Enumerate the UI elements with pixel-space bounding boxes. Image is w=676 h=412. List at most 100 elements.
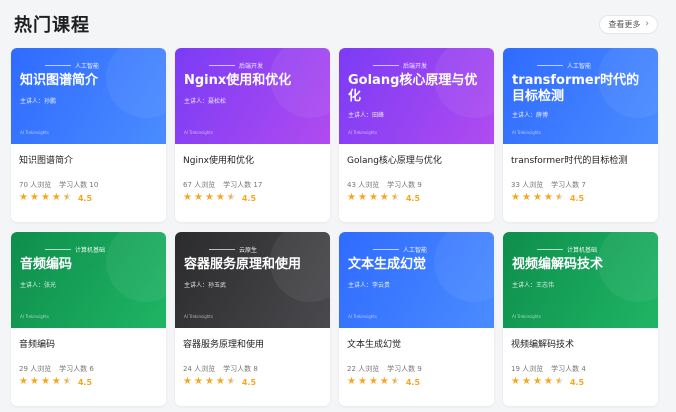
course-banner[interactable]: 后端开发 Golang核心原理与优化 主讲人：田峰 AI Trekinsight… [339, 48, 494, 144]
view-count: 43 人浏览 [347, 181, 380, 189]
half-star-icon: ★ [226, 192, 236, 203]
course-banner[interactable]: 后端开发 Nginx使用和优化 主讲人：聂松松 AI Trekinsights [175, 48, 330, 144]
course-card[interactable]: 云原生 容器服务原理和使用 主讲人：孙玉武 AI Trekinsights 容器… [175, 232, 330, 406]
see-more-label: 查看更多 [608, 19, 641, 29]
banner-title: transformer时代的目标检测 [512, 73, 640, 104]
course-card[interactable]: 后端开发 Golang核心原理与优化 主讲人：田峰 AI Trekinsight… [339, 48, 494, 222]
rating-score: 4.5 [241, 377, 257, 387]
category-label: 后端开发 [239, 63, 264, 70]
brand-watermark: AI Trekinsights [184, 130, 213, 135]
half-star-icon: ★ [390, 376, 400, 387]
course-card[interactable]: 后端开发 Nginx使用和优化 主讲人：聂松松 AI Trekinsights … [175, 48, 330, 222]
brand-watermark: AI Trekinsights [20, 130, 49, 135]
star-icon: ★ [379, 192, 389, 203]
brand-watermark: AI Trekinsights [20, 314, 49, 319]
course-title[interactable]: 视频编解码技术 [511, 337, 650, 359]
course-category: 云原生 [209, 245, 257, 254]
category-line [373, 65, 399, 66]
course-card[interactable]: 人工智能 文本生成幻觉 主讲人：李云贵 AI Trekinsights 文本生成… [339, 232, 494, 406]
course-banner[interactable]: 人工智能 知识图谱简介 主讲人：孙鹏 AI Trekinsights [11, 48, 166, 144]
course-stats: 24 人浏览 学习人数 8 [183, 364, 322, 374]
course-rating: ★ ★ ★ ★ ★ 4.5 [511, 193, 650, 203]
star-icon: ★ [347, 192, 356, 203]
category-label: 计算机基础 [75, 247, 106, 254]
course-card[interactable]: 人工智能 transformer时代的目标检测 主讲人：薛博 AI Trekin… [503, 48, 658, 222]
course-banner[interactable]: 计算机基础 视频编解码技术 主讲人：王志伟 AI Trekinsights [503, 232, 658, 328]
course-title[interactable]: 文本生成幻觉 [347, 337, 486, 359]
rating-score: 4.5 [569, 377, 585, 387]
course-info: 知识图谱简介 70 人浏览 学习人数 10 ★ ★ ★ ★ ★ 4.5 [11, 144, 166, 203]
course-stats: 43 人浏览 学习人数 9 [347, 180, 486, 190]
half-star-icon: ★ [226, 376, 236, 387]
star-icon: ★ [204, 376, 214, 387]
banner-title: Golang核心原理与优化 [348, 73, 478, 104]
course-banner[interactable]: 计算机基础 音频编码 主讲人：张光 AI Trekinsights [11, 232, 166, 328]
star-icon: ★ [193, 192, 203, 203]
view-count: 19 人浏览 [511, 365, 544, 373]
star-icon: ★ [347, 376, 356, 387]
star-icon: ★ [368, 192, 378, 203]
category-label: 人工智能 [75, 63, 100, 70]
star-icon: ★ [532, 192, 542, 203]
half-star-icon: ★ [62, 192, 72, 203]
course-info: 文本生成幻觉 22 人浏览 学习人数 9 ★ ★ ★ ★ ★ 4.5 [339, 328, 494, 387]
star-icon: ★ [51, 192, 61, 203]
category-line [45, 249, 71, 250]
course-title[interactable]: transformer时代的目标检测 [511, 153, 650, 175]
course-title[interactable]: Nginx使用和优化 [183, 153, 322, 175]
star-icon: ★ [543, 376, 553, 387]
course-banner[interactable]: 人工智能 文本生成幻觉 主讲人：李云贵 AI Trekinsights [339, 232, 494, 328]
view-count: 67 人浏览 [183, 181, 216, 189]
star-icon: ★ [204, 192, 214, 203]
course-rating: ★ ★ ★ ★ ★ 4.5 [347, 193, 486, 203]
category-line [373, 249, 399, 250]
category-line [45, 65, 71, 66]
course-banner[interactable]: 云原生 容器服务原理和使用 主讲人：孙玉武 AI Trekinsights [175, 232, 330, 328]
star-icon: ★ [521, 192, 531, 203]
star-icon: ★ [183, 192, 192, 203]
see-more-button[interactable]: 查看更多 › [599, 14, 658, 34]
lecturer-label: 主讲人：孙玉武 [184, 282, 227, 289]
banner-title: 容器服务原理和使用 [184, 257, 302, 272]
brand-watermark: AI Trekinsights [512, 130, 541, 135]
course-card[interactable]: 人工智能 知识图谱简介 主讲人：孙鹏 AI Trekinsights 知识图谱简… [11, 48, 166, 222]
star-icon: ★ [51, 376, 61, 387]
star-icon: ★ [183, 376, 192, 387]
star-icon: ★ [19, 192, 28, 203]
star-icon: ★ [19, 376, 28, 387]
course-title[interactable]: Golang核心原理与优化 [347, 153, 486, 175]
banner-title: 视频编解码技术 [512, 257, 604, 272]
course-banner[interactable]: 人工智能 transformer时代的目标检测 主讲人：薛博 AI Trekin… [503, 48, 658, 144]
star-icon: ★ [29, 192, 39, 203]
course-rating: ★ ★ ★ ★ ★ 4.5 [511, 377, 650, 387]
category-label: 人工智能 [567, 63, 592, 70]
chevron-right-icon: › [645, 19, 649, 29]
category-line [209, 249, 235, 250]
course-card[interactable]: 计算机基础 视频编解码技术 主讲人：王志伟 AI Trekinsights 视频… [503, 232, 658, 406]
star-icon: ★ [215, 376, 225, 387]
learner-count: 学习人数 7 [551, 181, 586, 189]
star-icon: ★ [40, 376, 50, 387]
rating-score: 4.5 [405, 193, 421, 203]
star-icon: ★ [379, 376, 389, 387]
course-title[interactable]: 容器服务原理和使用 [183, 337, 322, 359]
course-title[interactable]: 音频编码 [19, 337, 158, 359]
rating-score: 4.5 [405, 377, 421, 387]
learner-count: 学习人数 9 [387, 181, 422, 189]
brand-watermark: AI Trekinsights [348, 130, 377, 135]
star-icon: ★ [532, 376, 542, 387]
course-card[interactable]: 计算机基础 音频编码 主讲人：张光 AI Trekinsights 音频编码 2… [11, 232, 166, 406]
course-category: 人工智能 [45, 61, 99, 70]
lecturer-label: 主讲人：薛博 [512, 112, 549, 119]
section-header: 热门课程 查看更多 › [14, 10, 658, 38]
course-rating: ★ ★ ★ ★ ★ 4.5 [19, 377, 158, 387]
rating-score: 4.5 [77, 377, 93, 387]
course-stats: 22 人浏览 学习人数 9 [347, 364, 486, 374]
course-stats: 67 人浏览 学习人数 17 [183, 180, 322, 190]
brand-watermark: AI Trekinsights [512, 314, 541, 319]
course-title[interactable]: 知识图谱简介 [19, 153, 158, 175]
brand-watermark: AI Trekinsights [184, 314, 213, 319]
learner-count: 学习人数 17 [223, 181, 263, 189]
course-info: Golang核心原理与优化 43 人浏览 学习人数 9 ★ ★ ★ ★ ★ 4.… [339, 144, 494, 203]
banner-title: Nginx使用和优化 [184, 73, 292, 88]
